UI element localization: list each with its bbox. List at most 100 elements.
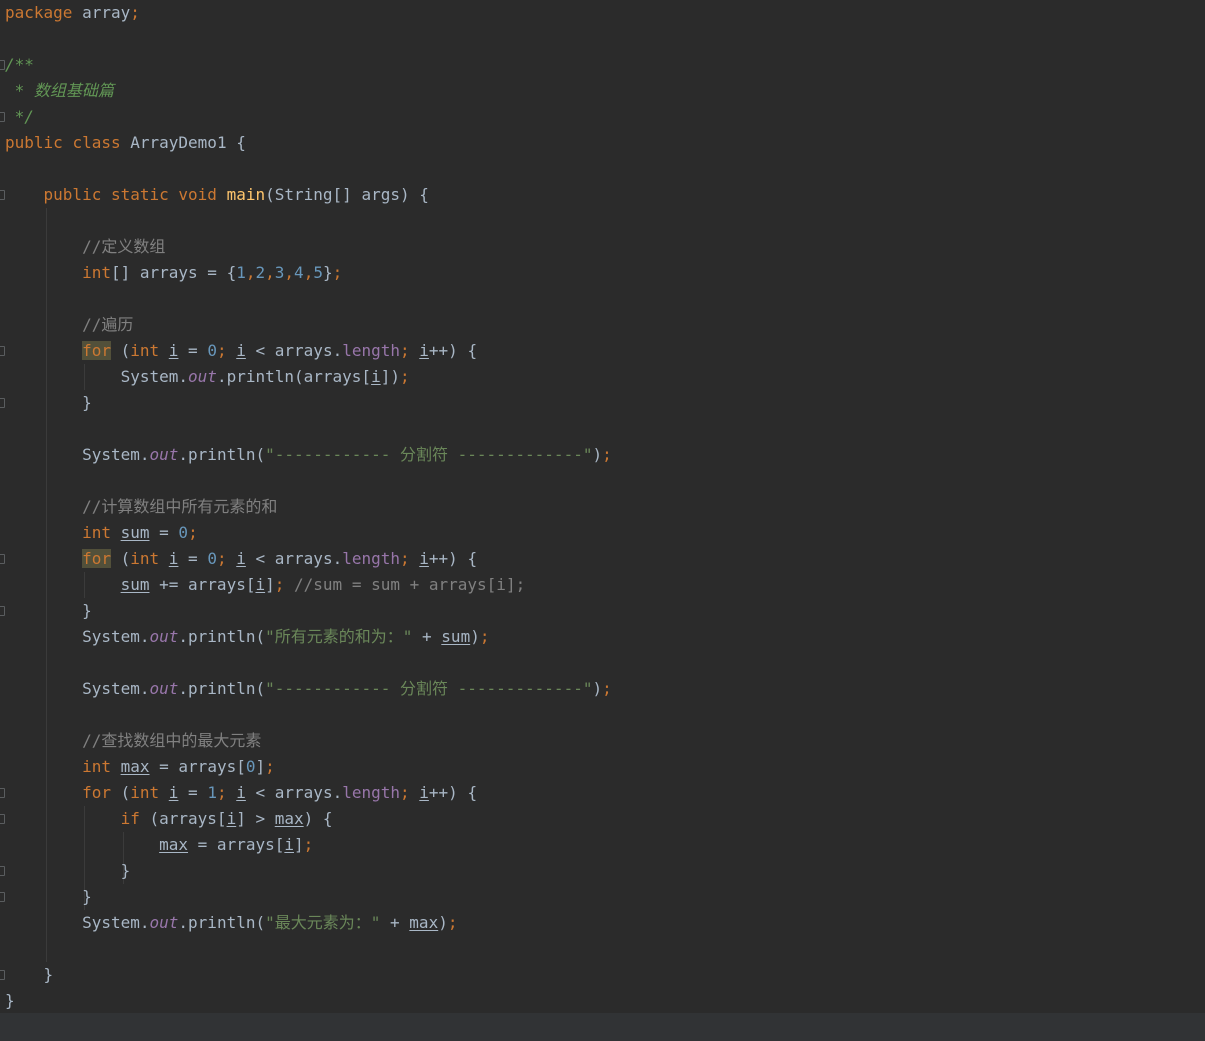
code-text: int max = arrays[0];: [5, 754, 275, 780]
code-token: ;: [479, 627, 490, 646]
code-line[interactable]: int sum = 0;: [0, 520, 1205, 546]
code-token: }: [5, 601, 92, 620]
code-line[interactable]: [0, 702, 1205, 728]
code-token: +: [412, 627, 442, 646]
code-token: .println(: [178, 627, 266, 646]
code-line[interactable]: sum += arrays[i]; //sum = sum + arrays[i…: [0, 572, 1205, 598]
code-line[interactable]: * 数组基础篇: [0, 78, 1205, 104]
code-token: .println(: [178, 679, 266, 698]
code-line[interactable]: //查找数组中的最大元素: [0, 728, 1205, 754]
code-token: out: [149, 679, 179, 698]
code-token: ;: [303, 835, 314, 854]
code-line[interactable]: for (int i = 0; i < arrays.length; i++) …: [0, 546, 1205, 572]
code-token: i: [236, 549, 246, 568]
code-line[interactable]: System.out.println("------------ 分割符 ---…: [0, 442, 1205, 468]
code-line[interactable]: [0, 286, 1205, 312]
code-line[interactable]: for (int i = 1; i < arrays.length; i++) …: [0, 780, 1205, 806]
code-token: < arrays.: [245, 549, 343, 568]
code-line[interactable]: [0, 26, 1205, 52]
code-token: }: [322, 263, 333, 282]
code-token: 0: [178, 523, 189, 542]
code-token: */: [5, 107, 34, 126]
code-token: }: [5, 393, 92, 412]
code-token: int: [130, 341, 160, 360]
code-line[interactable]: [0, 468, 1205, 494]
code-line[interactable]: for (int i = 0; i < arrays.length; i++) …: [0, 338, 1205, 364]
code-token: ,: [284, 263, 295, 282]
code-line[interactable]: /**: [0, 52, 1205, 78]
code-token: ]: [294, 835, 304, 854]
code-line[interactable]: int max = arrays[0];: [0, 754, 1205, 780]
code-line[interactable]: System.out.println(arrays[i]);: [0, 364, 1205, 390]
code-line[interactable]: [0, 416, 1205, 442]
code-token: .println(: [178, 445, 266, 464]
gutter: [0, 702, 5, 728]
code-token: "------------ 分割符 -------------": [265, 445, 593, 464]
code-line[interactable]: public class ArrayDemo1 {: [0, 130, 1205, 156]
code-text: * 数组基础篇: [5, 78, 114, 104]
code-line[interactable]: }: [0, 962, 1205, 988]
code-line[interactable]: }: [0, 598, 1205, 624]
code-token: System.: [5, 445, 150, 464]
code-token: //sum = sum + arrays[i];: [294, 575, 526, 594]
code-line[interactable]: }: [0, 988, 1205, 1014]
code-text: if (arrays[i] > max) {: [5, 806, 333, 832]
code-token: ,: [265, 263, 275, 282]
code-line[interactable]: //定义数组: [0, 234, 1205, 260]
code-token: for: [82, 549, 111, 568]
code-line[interactable]: }: [0, 390, 1205, 416]
code-area[interactable]: package array; /** * 数组基础篇 */ public class…: [0, 0, 1205, 1014]
code-line[interactable]: System.out.println("最大元素为：" + max);: [0, 910, 1205, 936]
code-token: void: [178, 185, 217, 204]
code-line[interactable]: public static void main(String[] args) {: [0, 182, 1205, 208]
code-token: int: [130, 549, 160, 568]
code-line[interactable]: [0, 156, 1205, 182]
code-editor[interactable]: package array; /** * 数组基础篇 */ public class…: [0, 0, 1205, 1041]
code-line[interactable]: [0, 936, 1205, 962]
code-token: 4: [294, 263, 304, 282]
gutter: [0, 156, 5, 182]
code-line[interactable]: package array;: [0, 0, 1205, 26]
code-token: .println(arrays[: [216, 367, 372, 386]
code-token: ] >: [236, 809, 275, 828]
code-line[interactable]: if (arrays[i] > max) {: [0, 806, 1205, 832]
code-text: //查找数组中的最大元素: [5, 728, 261, 754]
code-token: //定义数组: [82, 237, 166, 256]
code-line[interactable]: //计算数组中所有元素的和: [0, 494, 1205, 520]
code-line[interactable]: System.out.println("所有元素的和为：" + sum);: [0, 624, 1205, 650]
code-token: i: [236, 341, 246, 360]
code-token: i: [168, 341, 179, 360]
gutter: [0, 416, 5, 442]
code-line[interactable]: }: [0, 884, 1205, 910]
code-text: System.out.println(arrays[i]);: [5, 364, 410, 390]
code-text: public static void main(String[] args) {: [5, 182, 429, 208]
code-token: sum: [120, 523, 150, 542]
code-token: =: [178, 549, 208, 568]
code-token: ]: [255, 757, 266, 776]
code-text: /**: [5, 52, 34, 78]
code-token: 5: [313, 263, 323, 282]
code-line[interactable]: int[] arrays = {1,2,3,4,5};: [0, 260, 1205, 286]
code-token: max: [120, 757, 150, 776]
code-token: i: [168, 549, 179, 568]
code-line[interactable]: //遍历: [0, 312, 1205, 338]
code-line[interactable]: max = arrays[i];: [0, 832, 1205, 858]
code-line[interactable]: */: [0, 104, 1205, 130]
code-line[interactable]: [0, 208, 1205, 234]
code-token: length: [342, 783, 400, 802]
code-token: =: [178, 341, 208, 360]
code-line[interactable]: [0, 650, 1205, 676]
code-token: ) {: [303, 809, 333, 828]
gutter: [0, 650, 5, 676]
code-text: System.out.println("最大元素为：" + max);: [5, 910, 457, 936]
code-line[interactable]: System.out.println("------------ 分割符 ---…: [0, 676, 1205, 702]
code-line[interactable]: }: [0, 858, 1205, 884]
code-token: (: [110, 783, 131, 802]
